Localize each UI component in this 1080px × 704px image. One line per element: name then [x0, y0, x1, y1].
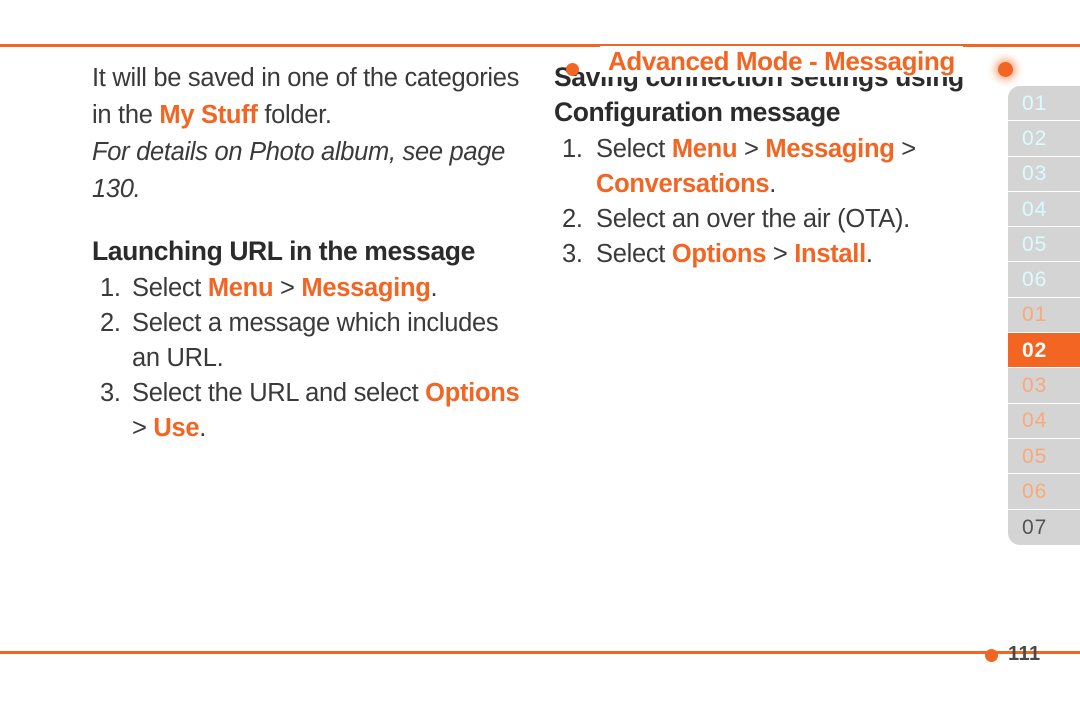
chapter-tab-13[interactable]: 07: [1008, 509, 1080, 545]
left-column: It will be saved in one of the categorie…: [92, 60, 532, 446]
page-number: 111: [1008, 643, 1041, 665]
step-period: .: [769, 170, 777, 198]
chapter-tab-9[interactable]: 03: [1008, 368, 1080, 404]
bullet-dot-icon-footer: [985, 649, 998, 662]
intro-italic-note: For details on Photo album, see page 130…: [92, 138, 506, 203]
step-separator: >: [132, 414, 154, 442]
step-token: Install: [794, 240, 866, 268]
page-title: Advanced Mode - Messaging: [600, 46, 963, 77]
chapter-tab-6[interactable]: 06: [1008, 262, 1080, 298]
step-token: Menu: [207, 274, 274, 302]
chapter-tab-11[interactable]: 05: [1008, 438, 1080, 475]
chapter-tab-5[interactable]: 05: [1008, 227, 1080, 263]
step-token: Options: [425, 379, 520, 407]
chapter-tab-4[interactable]: 04: [1008, 191, 1080, 228]
step-separator: >: [894, 135, 916, 163]
step-token: Menu: [671, 135, 738, 163]
page-footer: 111: [0, 640, 1080, 670]
bullet-dot-icon-left: [566, 63, 579, 76]
step-token: Messaging: [301, 274, 431, 302]
chapter-tab-3[interactable]: 03: [1008, 156, 1080, 192]
step-token: Conversations: [596, 170, 770, 198]
chapter-tab-10[interactable]: 04: [1008, 403, 1080, 439]
chapter-tab-strip: 01 02 03 04 05 06 01 02 03 04 05 06 07: [1008, 86, 1080, 545]
step-period: .: [199, 414, 207, 442]
chapter-tab-2[interactable]: 02: [1008, 121, 1080, 157]
step-text: Select: [596, 240, 672, 268]
step-token: Use: [153, 414, 200, 442]
step-text: Select: [596, 135, 672, 163]
right-column: Saving connection settings using Configu…: [554, 60, 994, 272]
step-text: Select a message which includes an URL.: [132, 309, 499, 372]
chapter-tab-7[interactable]: 01: [1008, 297, 1080, 334]
step-token: Messaging: [765, 135, 895, 163]
chapter-tab-label: 05: [1022, 444, 1048, 468]
chapter-tab-12[interactable]: 06: [1008, 474, 1080, 510]
list-item: Select an over the air (OTA).: [554, 202, 994, 237]
chapter-tab-label: 07: [1022, 515, 1048, 539]
chapter-tab-label: 03: [1022, 374, 1048, 398]
list-item: Select Options > Install.: [554, 237, 994, 272]
intro-highlight-my-stuff: My Stuff: [159, 101, 258, 129]
list-item: Select Menu > Messaging > Conversations.: [554, 132, 994, 202]
chapter-tab-label: 05: [1022, 232, 1048, 256]
chapter-tab-label: 04: [1022, 197, 1048, 221]
step-separator: >: [273, 274, 302, 302]
chapter-tab-8[interactable]: 02: [1008, 333, 1080, 369]
bullet-dot-glow-icon-right: [998, 62, 1013, 77]
chapter-tab-1[interactable]: 01: [1008, 86, 1080, 122]
step-period: .: [865, 240, 873, 268]
list-item: Select the URL and select Options > Use.: [92, 376, 532, 446]
chapter-tab-label: 02: [1022, 338, 1048, 362]
list-item: Select Menu > Messaging.: [92, 271, 532, 306]
step-separator: >: [766, 240, 795, 268]
list-item: Select a message which includes an URL.: [92, 306, 532, 376]
step-text: Select: [132, 274, 208, 302]
step-separator: >: [737, 135, 766, 163]
intro-text-part2: folder.: [257, 101, 332, 129]
left-section-heading: Launching URL in the message: [92, 236, 475, 266]
chapter-tab-label: 01: [1022, 303, 1048, 327]
step-text: Select an over the air (OTA).: [596, 205, 910, 233]
chapter-tab-label: 03: [1022, 162, 1048, 186]
right-steps-list: Select Menu > Messaging > Conversations.…: [554, 132, 994, 272]
chapter-tab-label: 04: [1022, 409, 1048, 433]
step-period: .: [430, 274, 438, 302]
chapter-tab-label: 01: [1022, 91, 1048, 115]
step-text: Select the URL and select: [132, 379, 426, 407]
chapter-tab-label: 06: [1022, 479, 1048, 503]
chapter-tab-label: 06: [1022, 268, 1048, 292]
intro-paragraph: It will be saved in one of the categorie…: [92, 60, 532, 134]
step-token: Options: [671, 240, 767, 268]
chapter-tab-label: 02: [1022, 126, 1048, 150]
left-steps-list: Select Menu > Messaging. Select a messag…: [92, 271, 532, 446]
